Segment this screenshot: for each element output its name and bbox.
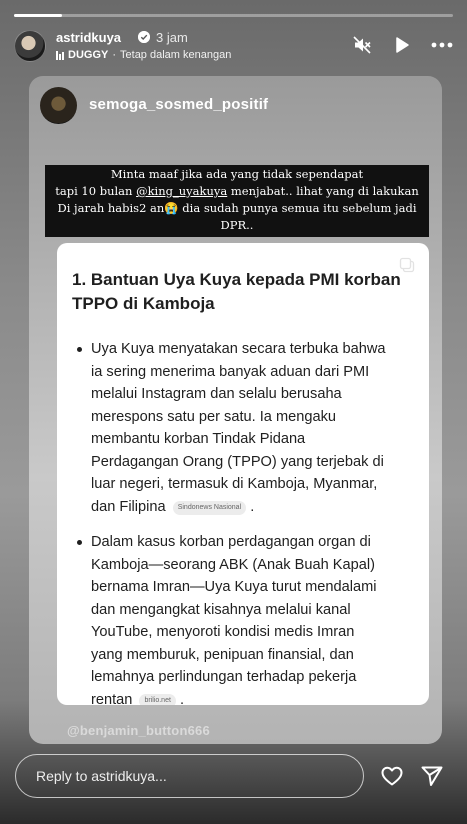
bullet-text: rentan [91, 691, 133, 706]
music-artist: DUGGY [68, 49, 109, 61]
caption-line: Minta maaf jika ada yang tidak sependapa… [110, 167, 364, 181]
crying-emoji: 😭 [164, 201, 179, 215]
caption-text: tapi 10 bulan [55, 184, 137, 198]
caption-text: Di jarah habis2 an [57, 201, 165, 215]
bullet-line: melalui Instagram dan selalu berusaha [91, 386, 342, 402]
story-progress-fill [14, 14, 63, 17]
article-bullet-list: Uya Kuya menyatakan secara terbuka bahwa… [72, 338, 409, 705]
reply-input[interactable] [15, 754, 364, 798]
bullet-text: dan Filipina [91, 498, 166, 515]
verified-badge-icon [138, 31, 150, 43]
bullet-line: Uya Kuya menyatakan secara terbuka bahwa [91, 341, 386, 357]
caption-text: dia sudah punya semua itu sebelum jadi [178, 201, 417, 215]
caption-line: Di jarah habis2 an😭 dia sudah punya semu… [51, 200, 423, 217]
bullet-line: lemahnya perlindungan terhadap pekerja [91, 669, 357, 685]
avatar[interactable] [14, 30, 46, 62]
caption-line: DPR.. [220, 218, 254, 232]
bullet-line: Kamboja—seorang ABK (Anak Buah Kapal) [91, 556, 375, 573]
copy-icon[interactable] [399, 257, 415, 273]
bullet-line: bernama Imran—Uya Kuya turut mendalami [91, 579, 377, 595]
bullet-line: Dalam kasus korban perdagangan organ di [91, 534, 371, 550]
repost-username[interactable]: semoga_sosmed_positif [89, 96, 268, 113]
heart-icon[interactable] [380, 764, 404, 788]
mention-link[interactable]: @king_uyakuya [136, 184, 227, 198]
article-bullet: Uya Kuya menyatakan secara terbuka bahwa… [72, 338, 409, 518]
story-header: astridkuya 3 jam DUGGY · Tetap dalam ken… [14, 28, 453, 64]
bullet-line: membantu korban Tindak Pidana [91, 431, 306, 447]
source-chip[interactable]: brilio.net [139, 693, 176, 705]
story-footer [0, 754, 467, 824]
story-timestamp: 3 jam [156, 30, 188, 45]
bullet-line: Perdagangan Orang (TPPO) yang terjebak d… [91, 453, 384, 470]
bullet-line: yang memburuk, penipuan finansial, dan [91, 646, 354, 663]
caption-text-box: Minta maaf jika ada yang tidak sependapa… [45, 165, 429, 237]
watermark-username: @benjamin_button666 [67, 723, 210, 738]
bullet-line: ia sering menerima banyak aduan dari PMI [91, 363, 370, 380]
story-username[interactable]: astridkuya [56, 30, 121, 45]
article-title-line: TPPO di Kamboja [72, 294, 215, 313]
play-icon[interactable] [391, 34, 413, 56]
article-title: 1. Bantuan Uya Kuya kepada PMI korban TP… [72, 268, 409, 316]
bullet-line: merespons satu per satu. Ia mengaku [91, 408, 336, 425]
speaker-muted-icon[interactable] [351, 34, 373, 56]
bullet-line: rentan brilio.net . [91, 689, 409, 706]
bullet-end: . [179, 691, 185, 706]
bullet-line: YouTube, menyoroti kondisi medis Imran [91, 624, 355, 640]
article-title-line: 1. Bantuan Uya Kuya kepada PMI korban [72, 270, 401, 289]
story-progress-bar [14, 14, 453, 17]
repost-avatar[interactable] [40, 87, 77, 124]
story-controls [351, 34, 453, 56]
music-title: Tetap dalam kenangan [120, 49, 232, 61]
bullet-line: dan mengangkat kisahnya melalui kanal [91, 601, 351, 618]
send-icon[interactable] [420, 764, 444, 788]
article-screenshot: 1. Bantuan Uya Kuya kepada PMI korban TP… [57, 243, 429, 705]
music-separator: · [112, 49, 117, 61]
article-bullet: Dalam kasus korban perdagangan organ di … [72, 531, 409, 705]
more-horizontal-icon[interactable] [431, 34, 453, 56]
bullet-line: dan Filipina Sindonews Nasional . [91, 496, 409, 519]
source-chip[interactable]: Sindonews Nasional [172, 500, 247, 515]
bullet-line: luar negeri, termasuk di Kamboja, Myanma… [91, 476, 378, 492]
caption-text: menjabat.. lihat yang di lakukan [227, 184, 419, 198]
music-attribution[interactable]: DUGGY · Tetap dalam kenangan [56, 49, 231, 61]
bullet-end: . [250, 498, 255, 515]
caption-line: tapi 10 bulan @king_uyakuya menjabat.. l… [51, 183, 423, 200]
music-bars-icon [56, 50, 64, 60]
